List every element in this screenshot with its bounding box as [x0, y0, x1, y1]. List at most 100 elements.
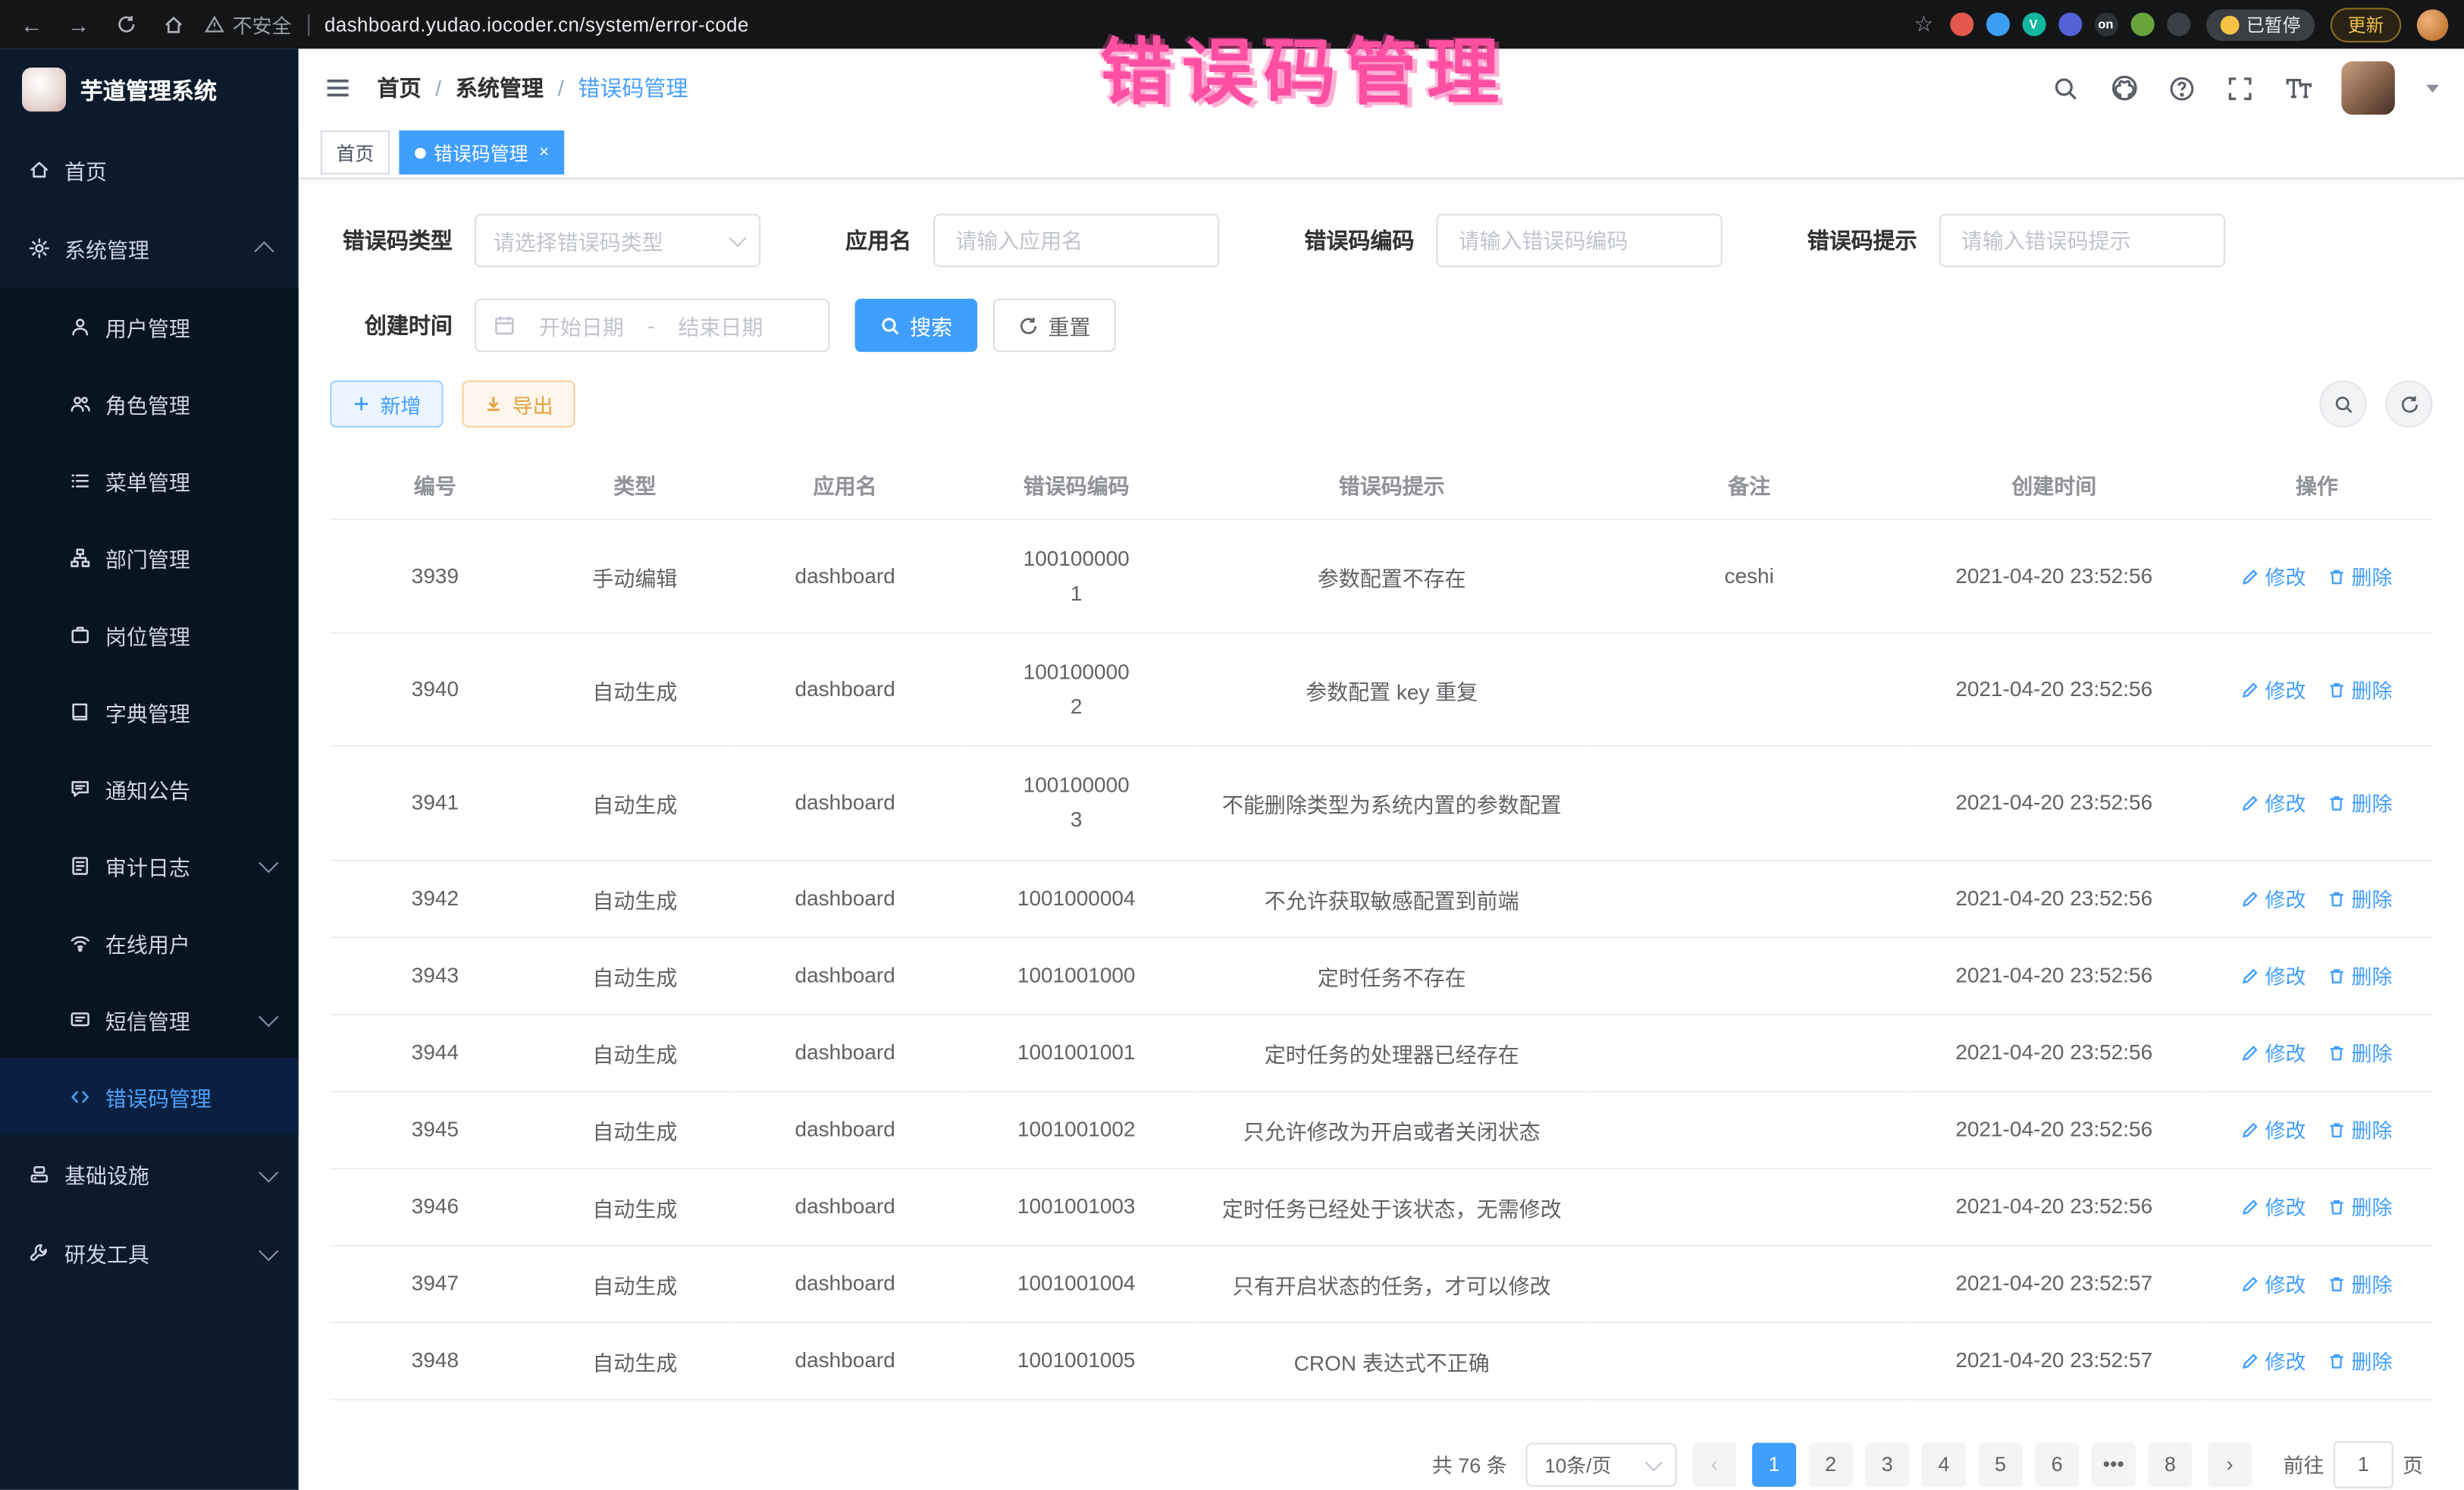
- delete-link[interactable]: 删除: [2328, 1115, 2392, 1144]
- sidebar-item[interactable]: 错误码管理: [0, 1058, 299, 1135]
- delete-link[interactable]: 删除: [2328, 675, 2392, 704]
- browser-avatar[interactable]: [2417, 8, 2448, 39]
- error-code-field-wrap: [1436, 214, 1722, 267]
- delete-link[interactable]: 删除: [2328, 1037, 2392, 1067]
- delete-link[interactable]: 删除: [2328, 883, 2392, 913]
- [object Object][interactable]: [2166, 13, 2190, 36]
- sidebar-item[interactable]: 用户管理: [0, 287, 299, 365]
- date-range-picker[interactable]: 开始日期 - 结束日期: [475, 299, 829, 352]
- sidebar-item[interactable]: 研发工具: [0, 1213, 299, 1292]
- refresh-icon[interactable]: [110, 8, 141, 39]
- search-button[interactable]: 搜索: [855, 299, 978, 352]
- help-icon[interactable]: [2167, 73, 2196, 102]
- edit-link[interactable]: 修改: [2241, 561, 2306, 591]
- [object Object][interactable]: [1986, 13, 2009, 36]
- sidebar-item[interactable]: 角色管理: [0, 365, 299, 442]
- bookmark-star-icon[interactable]: ☆: [1914, 11, 1933, 38]
- [object Object][interactable]: [2130, 13, 2154, 36]
- edit-link[interactable]: 修改: [2241, 1269, 2306, 1298]
- error-code-input[interactable]: [1455, 227, 1703, 254]
- next-page-button[interactable]: ›: [2208, 1442, 2252, 1486]
- tab-tag[interactable]: 首页: [321, 130, 390, 174]
- update-button[interactable]: 更新: [2331, 7, 2401, 42]
- [object Object][interactable]: [2058, 13, 2081, 36]
- edit-link[interactable]: 修改: [2241, 1037, 2306, 1067]
- edit-link[interactable]: 修改: [2241, 675, 2306, 704]
- delete-link[interactable]: 删除: [2328, 961, 2392, 990]
- edit-link[interactable]: 修改: [2241, 788, 2306, 817]
- tab-tag[interactable]: 错误码管理 ×: [399, 130, 565, 174]
- sidebar-item[interactable]: 菜单管理: [0, 441, 299, 519]
- sidebar-item[interactable]: 审计日志: [0, 827, 299, 904]
- app-name-input[interactable]: [952, 227, 1200, 254]
- add-button[interactable]: 新增: [330, 381, 443, 428]
- sidebar-item[interactable]: 在线用户: [0, 904, 299, 981]
- sidebar-item[interactable]: 首页: [0, 130, 299, 209]
- page-number-button[interactable]: 3: [1865, 1442, 1909, 1486]
- page-number-button[interactable]: 6: [2035, 1442, 2079, 1486]
- page-number-button[interactable]: 1: [1752, 1442, 1796, 1486]
- delete-link[interactable]: 删除: [2328, 561, 2392, 591]
- [object Object][interactable]: on: [2094, 13, 2118, 36]
- error-msg-input[interactable]: [1958, 227, 2206, 254]
- github-icon[interactable]: [2109, 73, 2139, 102]
- delete-link[interactable]: 删除: [2328, 1269, 2392, 1298]
- active-dot-icon: [415, 147, 426, 158]
- security-chip[interactable]: 不安全: [204, 9, 291, 39]
- sidebar-item-label: 在线用户: [105, 927, 274, 958]
- sidebar-item[interactable]: 字典管理: [0, 673, 299, 750]
- page-number-button[interactable]: 2: [1809, 1442, 1853, 1486]
- page-size-select[interactable]: 10条/页: [1526, 1442, 1677, 1486]
- forward-icon[interactable]: →: [63, 8, 94, 39]
- [object Object][interactable]: V: [2022, 13, 2045, 36]
- end-date-input[interactable]: 结束日期: [666, 309, 776, 340]
- goto-page-input[interactable]: [2334, 1441, 2393, 1488]
- toggle-search-button[interactable]: [2319, 381, 2366, 428]
- search-icon[interactable]: [2051, 73, 2080, 102]
- type-cell: 自动生成: [541, 746, 730, 860]
- sidebar-item[interactable]: 通知公告: [0, 750, 299, 827]
- export-button[interactable]: 导出: [462, 381, 575, 428]
- delete-link[interactable]: 删除: [2328, 788, 2392, 817]
- reset-button[interactable]: 重置: [993, 299, 1116, 352]
- breadcrumb-system[interactable]: 系统管理: [456, 72, 544, 103]
- delete-link[interactable]: 删除: [2328, 1191, 2392, 1221]
- home-button-icon[interactable]: [157, 8, 188, 39]
- start-date-input[interactable]: 开始日期: [526, 309, 636, 340]
- logo-row[interactable]: 芋道管理系统: [0, 49, 299, 130]
- user-avatar[interactable]: [2341, 61, 2394, 114]
- edit-link[interactable]: 修改: [2241, 1115, 2306, 1144]
- back-icon[interactable]: ←: [16, 8, 47, 39]
- sidebar-item[interactable]: 岗位管理: [0, 596, 299, 673]
- sidebar-item[interactable]: 部门管理: [0, 519, 299, 596]
- refresh-table-button[interactable]: [2385, 381, 2432, 428]
- paused-badge[interactable]: 已暂停: [2205, 8, 2315, 39]
- url-bar[interactable]: dashboard.yudao.iocoder.cn/system/error-…: [324, 14, 749, 36]
- sidebar-item[interactable]: 基础设施: [0, 1134, 299, 1213]
- id-cell: 3946: [330, 1168, 540, 1245]
- page-number-button[interactable]: 5: [1978, 1442, 2022, 1486]
- prev-page-button[interactable]: ‹: [1692, 1442, 1736, 1486]
- page-number-button[interactable]: 8: [2148, 1442, 2192, 1486]
- avatar-caret-icon[interactable]: [2426, 84, 2439, 92]
- edit-link[interactable]: 修改: [2241, 961, 2306, 990]
- id-cell: 3948: [330, 1322, 540, 1399]
- sidebar-toggle-icon[interactable]: [324, 74, 352, 102]
- edit-link[interactable]: 修改: [2241, 883, 2306, 913]
- font-size-icon[interactable]: [2284, 73, 2313, 102]
- sidebar-item[interactable]: 系统管理: [0, 209, 299, 288]
- total-count: 共 76 条: [1432, 1449, 1507, 1479]
- close-icon[interactable]: ×: [539, 143, 549, 162]
- edit-link[interactable]: 修改: [2241, 1345, 2306, 1375]
- fullscreen-icon[interactable]: [2225, 73, 2255, 102]
- code-cell: 1001000002: [961, 633, 1192, 747]
- sidebar-item[interactable]: 短信管理: [0, 980, 299, 1058]
- edit-link[interactable]: 修改: [2241, 1191, 2306, 1221]
- page-number-button[interactable]: •••: [2092, 1442, 2136, 1486]
- breadcrumb-home[interactable]: 首页: [377, 72, 421, 103]
- delete-link[interactable]: 删除: [2328, 1345, 2392, 1375]
- page-number-button[interactable]: 4: [1922, 1442, 1966, 1486]
- error-type-select[interactable]: 请选择错误码类型: [475, 214, 760, 267]
- header-app: 应用名: [729, 450, 961, 519]
- [object Object][interactable]: [1949, 13, 1973, 36]
